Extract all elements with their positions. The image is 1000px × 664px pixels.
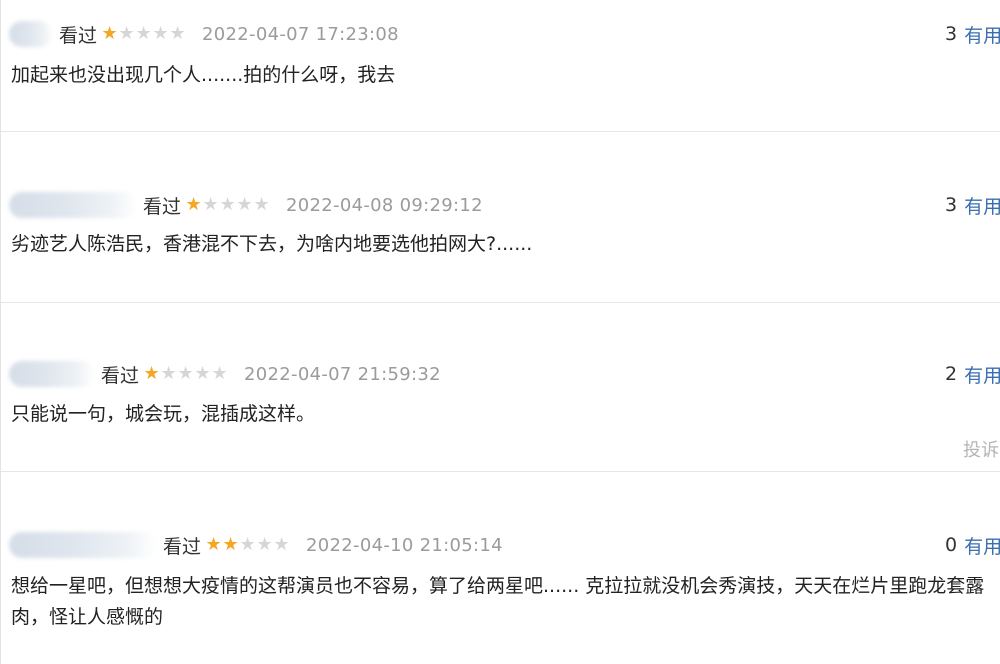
star-icon: ★: [169, 23, 186, 44]
star-icon: ★: [177, 363, 194, 384]
report-link[interactable]: 投诉: [963, 436, 999, 462]
comment-text: 劣迹艺人陈浩民，香港混不下去，为啥内地要选他拍网大?......: [11, 233, 533, 255]
star-icon: ★: [101, 23, 118, 44]
comment-text: 只能说一句，城会玩，混插成这样。: [11, 403, 316, 425]
watch-status: 看过: [143, 195, 182, 218]
star-icon: ★: [202, 194, 219, 215]
star-rating: ★ ★ ★ ★ ★: [185, 196, 270, 214]
watch-status: 看过: [101, 364, 140, 387]
comment-item: 看过 ★ ★ ★ ★ ★ 2022-04-07 21:59:32 2 有用 只能说一句，…: [1, 303, 1000, 472]
star-icon: ★: [135, 23, 152, 44]
useful-label: 有用: [964, 364, 1000, 387]
watch-status: 看过: [59, 24, 98, 47]
star-icon: ★: [143, 363, 160, 384]
useful-button[interactable]: 3 有用: [945, 19, 1000, 49]
star-icon: ★: [152, 23, 169, 44]
star-icon: ★: [118, 23, 135, 44]
useful-button[interactable]: 3 有用: [945, 190, 1000, 220]
star-icon: ★: [205, 534, 222, 555]
useful-label: 有用: [964, 24, 1000, 47]
useful-count: 3: [945, 194, 958, 216]
star-rating: ★ ★ ★ ★ ★: [205, 536, 290, 554]
comment-time: 2022-04-07 21:59:32: [244, 363, 441, 385]
avatar[interactable]: [9, 532, 157, 558]
comment-meta: 看过 ★ ★ ★ ★ ★ 2022-04-07 17:23:08: [9, 19, 399, 49]
star-icon: ★: [253, 194, 270, 215]
star-icon: ★: [185, 194, 202, 215]
useful-button[interactable]: 2 有用: [945, 359, 1000, 389]
comment-item: 看过 ★ ★ ★ ★ ★ 2022-04-08 09:29:12 3 有用 劣迹艺人陈浩…: [1, 132, 1000, 303]
avatar[interactable]: [9, 361, 95, 387]
star-icon: ★: [211, 363, 228, 384]
useful-count: 3: [945, 23, 958, 45]
comment-meta: 看过 ★ ★ ★ ★ ★ 2022-04-07 21:59:32: [9, 359, 441, 389]
star-icon: ★: [160, 363, 177, 384]
star-rating: ★ ★ ★ ★ ★: [101, 25, 186, 43]
star-rating: ★ ★ ★ ★ ★: [143, 365, 228, 383]
star-icon: ★: [219, 194, 236, 215]
comment-meta: 看过 ★ ★ ★ ★ ★ 2022-04-08 09:29:12: [9, 190, 483, 220]
avatar[interactable]: [9, 192, 137, 218]
watch-status: 看过: [163, 535, 202, 558]
avatar[interactable]: [9, 21, 53, 47]
comment-text: 加起来也没出现几个人.......拍的什么呀，我去: [11, 64, 396, 86]
useful-button[interactable]: 0 有用: [945, 530, 1000, 560]
star-icon: ★: [273, 534, 290, 555]
useful-label: 有用: [964, 195, 1000, 218]
useful-label: 有用: [964, 535, 1000, 558]
star-icon: ★: [222, 534, 239, 555]
comment-item: 看过 ★ ★ ★ ★ ★ 2022-04-07 17:23:08 3 有用 加起来也没出…: [1, 0, 1000, 132]
useful-count: 2: [945, 363, 958, 385]
star-icon: ★: [236, 194, 253, 215]
comment-time: 2022-04-07 17:23:08: [202, 23, 399, 45]
comment-meta: 看过 ★ ★ ★ ★ ★ 2022-04-10 21:05:14: [9, 530, 503, 560]
comment-time: 2022-04-10 21:05:14: [306, 534, 503, 556]
star-icon: ★: [256, 534, 273, 555]
star-icon: ★: [194, 363, 211, 384]
comment-item: 看过 ★ ★ ★ ★ ★ 2022-04-10 21:05:14 0 有用 想给一星吧，…: [1, 472, 1000, 664]
comment-time: 2022-04-08 09:29:12: [286, 194, 483, 216]
useful-count: 0: [945, 534, 958, 556]
star-icon: ★: [239, 534, 256, 555]
comment-list: 看过 ★ ★ ★ ★ ★ 2022-04-07 17:23:08 3 有用 加起来也没出…: [0, 0, 1000, 664]
comment-text: 想给一星吧，但想想大疫情的这帮演员也不容易，算了给两星吧...... 克拉拉就没…: [11, 575, 985, 628]
